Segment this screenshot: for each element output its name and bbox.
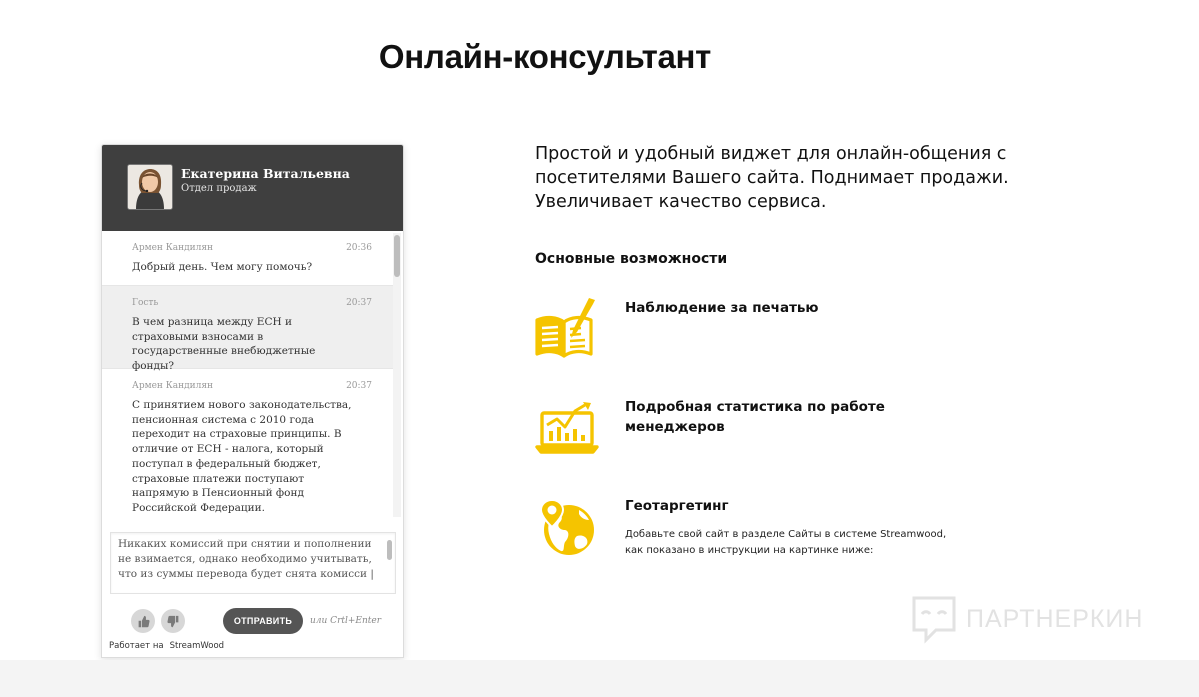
message-text: В чем разница между ЕСН и страховыми взн… <box>132 316 316 373</box>
chat-header: Екатерина Витальевна Отдел продаж <box>102 145 403 231</box>
like-button[interactable] <box>131 609 155 633</box>
powered-brand-link[interactable]: StreamWood <box>170 641 224 651</box>
chart-laptop-icon <box>535 399 599 463</box>
book-pen-icon <box>533 296 597 360</box>
message-input-text[interactable]: Никаких комиссий при снятии и пополнении… <box>118 537 376 582</box>
message-scrollbar[interactable] <box>393 233 401 517</box>
shortcut-hint: или Crtl+Enter <box>310 616 382 626</box>
thumbs-down-icon <box>166 615 178 627</box>
message-time: 20:37 <box>346 298 372 308</box>
watermark-text: ПАРТНЕРКИН <box>966 604 1144 633</box>
watermark: ПАРТНЕРКИН <box>910 594 1143 644</box>
powered-label: Работает на <box>109 641 164 651</box>
intro-text: Простой и удобный виджет для онлайн-обще… <box>535 144 1009 212</box>
feature-title-typing: Наблюдение за печатью <box>625 300 819 316</box>
message-item: Армен Кандилян 20:36 Добрый день. Чем мо… <box>102 231 393 286</box>
globe-pin-icon <box>537 496 601 560</box>
features-heading: Основные возможности <box>535 251 728 267</box>
message-input[interactable]: Никаких комиссий при снятии и пополнении… <box>110 532 396 594</box>
chat-widget: Екатерина Витальевна Отдел продаж Армен … <box>101 144 404 658</box>
feature-title-geotargeting: Геотаргетинг <box>625 498 729 514</box>
feature-description-geotargeting: Добавьте свой сайт в разделе Сайты в сис… <box>625 529 947 556</box>
scrollbar-thumb[interactable] <box>394 235 400 277</box>
footer-band <box>0 660 1199 697</box>
message-list[interactable]: Армен Кандилян 20:36 Добрый день. Чем мо… <box>102 231 393 521</box>
message-item: Гость 20:37 В чем разница между ЕСН и ст… <box>102 286 393 372</box>
message-author: Гость <box>132 298 159 308</box>
agent-department: Отдел продаж <box>181 183 257 194</box>
input-scrollbar-thumb[interactable] <box>387 540 392 560</box>
send-button[interactable]: ОТПРАВИТЬ <box>223 608 303 634</box>
message-item: Армен Кандилян 20:37 С принятием нового … <box>102 369 393 521</box>
thumbs-up-icon <box>138 615 150 627</box>
message-time: 20:36 <box>346 243 372 253</box>
message-time: 20:37 <box>346 381 372 391</box>
message-text: С принятием нового законодательства, пен… <box>132 399 352 514</box>
chat-bubble-icon <box>912 596 956 644</box>
powered-by: Работает на StreamWood <box>109 641 224 651</box>
agent-avatar <box>127 164 173 210</box>
message-author: Армен Кандилян <box>132 381 214 391</box>
agent-name: Екатерина Витальевна <box>181 166 350 181</box>
page-title: Онлайн-консультант <box>378 38 712 75</box>
message-text: Добрый день. Чем могу помочь? <box>132 261 313 273</box>
feature-title-statistics: Подробная статистика по работе менеджеро… <box>625 399 885 435</box>
dislike-button[interactable] <box>161 609 185 633</box>
message-author: Армен Кандилян <box>132 243 214 253</box>
